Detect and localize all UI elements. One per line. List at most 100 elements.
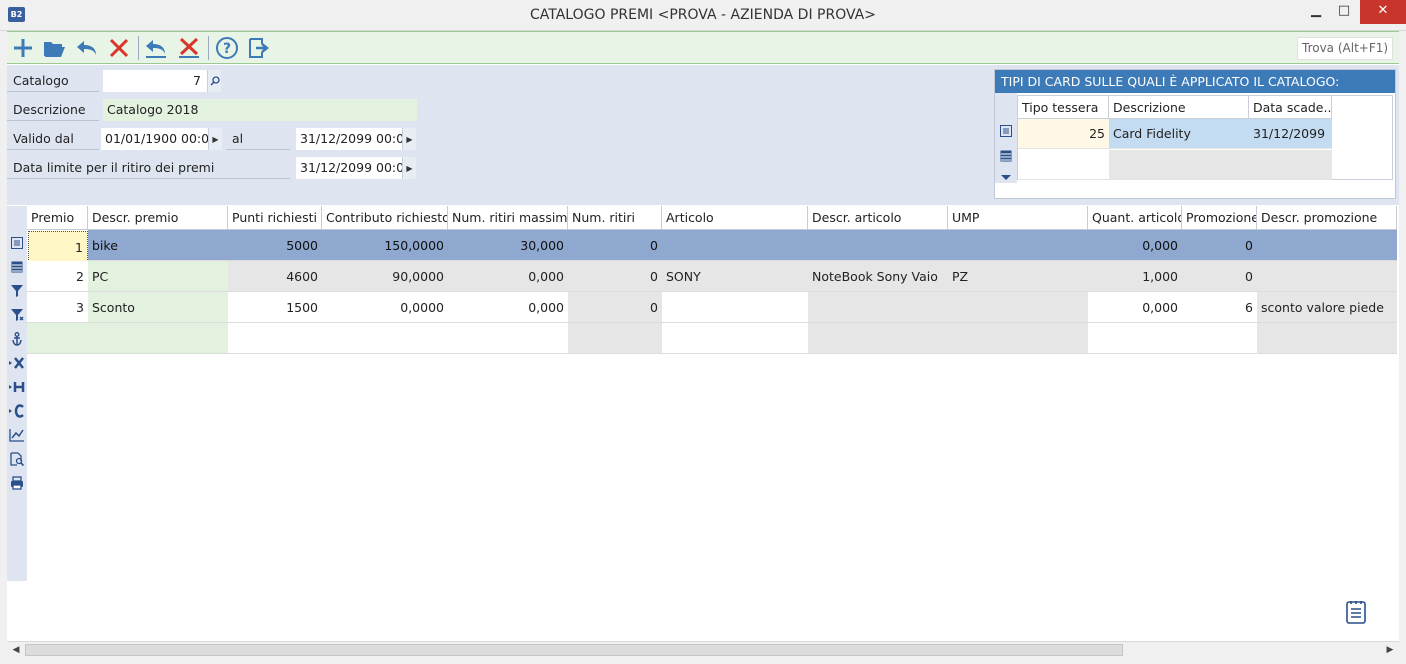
table-row-2-contributo[interactable]: 90,0000 <box>322 261 448 292</box>
export-excel-button[interactable] <box>9 354 25 372</box>
al-field[interactable]: 31/12/2099 00:00 <box>296 128 402 150</box>
undo-button[interactable] <box>74 35 100 61</box>
data-limite-field[interactable]: 31/12/2099 00:00 <box>296 157 402 179</box>
table-row-new-cell[interactable] <box>1257 323 1397 354</box>
col-premio[interactable]: Premio <box>27 206 88 230</box>
table-row-new-cell[interactable] <box>228 323 568 354</box>
table-row-3-descr[interactable]: Sconto <box>88 292 228 323</box>
delete-button[interactable] <box>106 35 132 61</box>
print-button[interactable] <box>9 474 25 492</box>
table-row-1-promo[interactable]: 0 <box>1182 230 1257 261</box>
col-punti-richiesti[interactable]: Punti richiesti <box>228 206 322 230</box>
new-button[interactable] <box>10 35 36 61</box>
catalogo-search-button[interactable] <box>207 70 221 92</box>
table-row-1-articolo[interactable] <box>662 230 808 261</box>
find-input[interactable]: Trova (Alt+F1) <box>1297 37 1393 60</box>
col-descr-promozione[interactable]: Descr. promozione <box>1257 206 1397 230</box>
table-row-1-descr-articolo[interactable] <box>808 230 948 261</box>
chart-button[interactable] <box>9 426 25 444</box>
help-button[interactable]: ? <box>214 35 240 61</box>
card-col-tipo-tessera[interactable]: Tipo tessera <box>1018 96 1109 119</box>
table-row-new[interactable] <box>27 323 228 354</box>
col-contributo-richiesto[interactable]: Contributo richiesto <box>322 206 448 230</box>
card-empty-cell[interactable] <box>1109 150 1332 180</box>
grid-view-button[interactable] <box>9 258 25 276</box>
catalogo-field[interactable]: 7 <box>103 70 207 92</box>
table-row-3-punti[interactable]: 1500 <box>228 292 322 323</box>
card-empty-cell[interactable] <box>1018 150 1109 180</box>
col-num-ritiri-massimo[interactable]: Num. ritiri massimo <box>448 206 568 230</box>
table-row-3-quant[interactable]: 0,000 <box>1088 292 1182 323</box>
filter-clear-button[interactable] <box>9 306 25 324</box>
minimize-button[interactable]: ▁ <box>1301 0 1331 24</box>
delete-all-button[interactable] <box>176 35 202 61</box>
export-html-button[interactable] <box>9 378 25 396</box>
scrollbar-thumb[interactable] <box>25 644 1123 656</box>
table-row-new-cell[interactable] <box>568 323 662 354</box>
table-row-1-quant[interactable]: 0,000 <box>1088 230 1182 261</box>
table-row-1-punti[interactable]: 5000 <box>228 230 322 261</box>
maximize-button[interactable]: □ <box>1329 0 1359 24</box>
col-quant-articolo[interactable]: Quant. articolo <box>1088 206 1182 230</box>
card-cell-data[interactable]: 31/12/2099 <box>1249 119 1332 149</box>
valido-dal-arrow-button[interactable]: ▶ <box>208 128 222 150</box>
table-row-new-cell[interactable] <box>808 323 1088 354</box>
data-limite-arrow-button[interactable]: ▶ <box>402 157 416 179</box>
table-row-2-ritiri[interactable]: 0 <box>568 261 662 292</box>
list-view-button[interactable] <box>9 234 25 252</box>
table-row-3-contributo[interactable]: 0,0000 <box>322 292 448 323</box>
col-promozione[interactable]: Promozione <box>1182 206 1257 230</box>
valido-dal-field[interactable]: 01/01/1900 00:00 <box>101 128 208 150</box>
table-row-new-cell[interactable] <box>662 323 808 354</box>
horizontal-scrollbar[interactable]: ◀ ▶ <box>7 641 1399 657</box>
export-csv-button[interactable] <box>9 402 25 420</box>
undo-all-button[interactable] <box>143 35 169 61</box>
close-window-button[interactable]: ✕ <box>1360 0 1406 24</box>
filter-button[interactable] <box>9 282 25 300</box>
card-cell-tipo[interactable]: 25 <box>1018 119 1109 149</box>
col-articolo[interactable]: Articolo <box>662 206 808 230</box>
col-ump[interactable]: UMP <box>948 206 1088 230</box>
al-arrow-button[interactable]: ▶ <box>402 128 416 150</box>
col-descr-premio[interactable]: Descr. premio <box>88 206 228 230</box>
scroll-right-arrow-icon[interactable]: ▶ <box>1383 644 1397 656</box>
table-row-2-promo[interactable]: 0 <box>1182 261 1257 292</box>
table-row-1-ump[interactable] <box>948 230 1088 261</box>
table-row-1-ritiri[interactable]: 0 <box>568 230 662 261</box>
table-row-3-ump[interactable] <box>948 292 1088 323</box>
table-row-2-punti[interactable]: 4600 <box>228 261 322 292</box>
notes-button[interactable] <box>1345 600 1367 624</box>
descrizione-field[interactable]: Catalogo 2018 <box>103 99 417 121</box>
table-row-3-promo[interactable]: 6 <box>1182 292 1257 323</box>
table-row-3-ritiri-max[interactable]: 0,000 <box>448 292 568 323</box>
table-row-1-contributo[interactable]: 150,0000 <box>322 230 448 261</box>
card-col-descrizione[interactable]: Descrizione <box>1109 96 1249 119</box>
table-row-3-ritiri[interactable]: 0 <box>568 292 662 323</box>
table-row-2-descr[interactable]: PC <box>88 261 228 292</box>
table-row-2-ritiri-max[interactable]: 0,000 <box>448 261 568 292</box>
preview-button[interactable] <box>9 450 25 468</box>
col-num-ritiri[interactable]: Num. ritiri <box>568 206 662 230</box>
scroll-left-arrow-icon[interactable]: ◀ <box>9 644 23 656</box>
col-descr-articolo[interactable]: Descr. articolo <box>808 206 948 230</box>
table-row-2-articolo[interactable]: SONY <box>662 261 808 292</box>
table-row-3-descr-promo[interactable]: sconto valore piede <box>1257 292 1397 323</box>
table-row-3-articolo[interactable] <box>662 292 808 323</box>
table-row-2-descr-articolo[interactable]: NoteBook Sony Vaio <box>808 261 948 292</box>
anchor-button[interactable] <box>9 330 25 348</box>
table-row-1-descr[interactable]: bike <box>88 230 228 261</box>
table-row-2-ump[interactable]: PZ <box>948 261 1088 292</box>
table-row-3-descr-articolo[interactable] <box>808 292 948 323</box>
table-row-2-descr-promo[interactable] <box>1257 261 1397 292</box>
open-button[interactable] <box>41 35 67 61</box>
exit-button[interactable] <box>246 35 272 61</box>
table-row-2-premio[interactable]: 2 <box>27 261 88 292</box>
card-cell-descrizione[interactable]: Card Fidelity <box>1109 119 1249 149</box>
card-col-data-scadenza[interactable]: Data scade... <box>1249 96 1332 119</box>
table-row-2-quant[interactable]: 1,000 <box>1088 261 1182 292</box>
table-row-new-cell[interactable] <box>1088 323 1257 354</box>
table-row-1-descr-promo[interactable] <box>1257 230 1397 261</box>
table-row-1-ritiri-max[interactable]: 30,000 <box>448 230 568 261</box>
table-row-3-premio[interactable]: 3 <box>27 292 88 323</box>
table-row-1-premio[interactable]: 1 <box>28 231 88 262</box>
